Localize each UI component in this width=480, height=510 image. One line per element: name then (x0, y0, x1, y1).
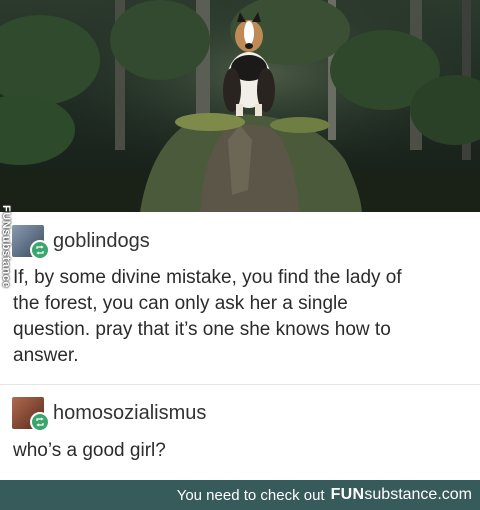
brand-rest: substance (364, 486, 438, 503)
footer-banner[interactable]: You need to check out FUNsubstance.com (0, 480, 480, 510)
footer-message: You need to check out (176, 486, 325, 504)
post-text-line: If, by some divine mistake, you find the… (13, 267, 402, 288)
brand-logo[interactable]: FUNsubstance.com (331, 486, 472, 504)
reblog-icon (30, 240, 50, 260)
post-text-line: question. pray that it’s one she knows h… (13, 319, 391, 340)
username[interactable]: homosozialismus (53, 402, 206, 425)
post-text: If, by some divine mistake, you find the… (13, 265, 402, 369)
brand-bold: FUN (330, 486, 365, 503)
post-text-line: the forest, you can only ask her a singl… (13, 293, 348, 314)
post-text: who’s a good girl? (13, 438, 166, 464)
reblog-icon (30, 412, 50, 432)
brand-tld: .com (437, 486, 472, 503)
post-text-line: who’s a good girl? (13, 440, 166, 461)
post-text-line: answer. (13, 345, 79, 366)
username[interactable]: goblindogs (53, 230, 150, 253)
post-goblindogs: goblindogs If, by some divine mistake, y… (0, 212, 480, 384)
forest-dog-photo (0, 0, 480, 212)
post-homosozialismus: homosozialismus who’s a good girl? (0, 385, 480, 480)
